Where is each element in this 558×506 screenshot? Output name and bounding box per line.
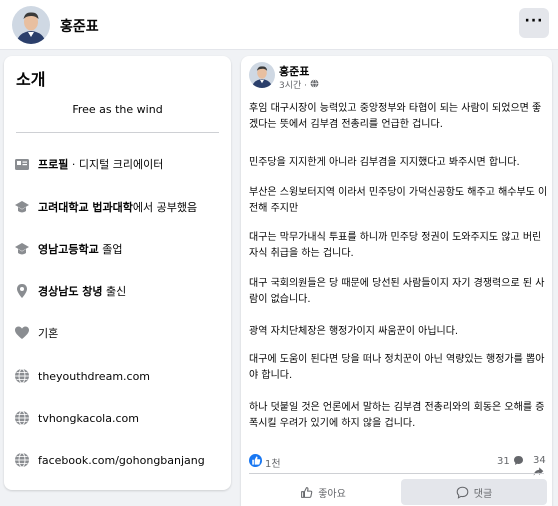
- intro-item-label: 프로필 · 디지털 크리에이터: [38, 158, 164, 171]
- post-paragraph: 후임 대구시장이 능력있고 중앙정부와 타협이 되는 사람이 되었으면 좋겠다는…: [249, 103, 542, 130]
- globe-icon: [14, 410, 30, 426]
- shares-count-text: 34: [533, 455, 546, 466]
- comments-count[interactable]: 31: [497, 455, 524, 467]
- intro-bio: Free as the wind: [72, 103, 163, 116]
- comment-button[interactable]: 댓글: [401, 479, 547, 505]
- intro-divider: [16, 132, 219, 133]
- post-paragraph: 부산은 스윙보터지역 이라서 민주당이 가덕신공항도 해주고 해수부도 이전해 …: [249, 187, 548, 214]
- heart-icon: [14, 325, 30, 341]
- profile-card-icon: [14, 156, 30, 172]
- graduation-cap-icon: [14, 241, 30, 257]
- thumbs-up-icon: [301, 486, 313, 498]
- intro-item-hometown: 경상남도 창녕 출신: [14, 281, 226, 301]
- comment-bubble-icon: [513, 456, 523, 465]
- post-card: 홍준표 3시간 · 후임 대구시장이 능력있고 중앙정부와 타협이 되는 사람이…: [241, 56, 552, 506]
- intro-item-relationship: 기혼: [14, 323, 226, 343]
- globe-icon: [310, 78, 319, 91]
- intro-item-website-3: facebook.com/gohongbanjang: [14, 450, 226, 470]
- post-author-avatar[interactable]: [249, 62, 275, 88]
- intro-card: 소개 Free as the wind 프로필 · 디지털 크리에이터 고려대학…: [4, 56, 231, 490]
- more-options-button[interactable]: ···: [519, 8, 549, 38]
- post-paragraph: 대구는 막무가내식 투표를 하니까 민주당 정권이 도와주지도 않고 버린 자식…: [249, 232, 542, 259]
- intro-item-profile: 프로필 · 디지털 크리에이터: [14, 154, 226, 174]
- intro-item-website-1: theyouthdream.com: [14, 366, 226, 386]
- comment-icon: [456, 486, 469, 499]
- profile-top-bar: 홍준표 ···: [0, 0, 558, 50]
- comments-count-text: 31: [497, 456, 510, 467]
- post-paragraph: 대구에 도움이 된다면 당을 떠나 정치꾼이 아닌 역량있는 행정가를 뽑아야 …: [249, 354, 545, 381]
- intro-item-label: 기혼: [38, 327, 59, 340]
- shares-count[interactable]: 34: [533, 455, 549, 478]
- intro-item-label[interactable]: 경상남도 창녕 출신: [38, 283, 126, 299]
- intro-item-label[interactable]: 영남고등학교 졸업: [38, 241, 122, 257]
- post-reactions-bar: 1천 31 34: [249, 454, 549, 476]
- like-reaction-icon: [249, 454, 262, 467]
- reactions-count[interactable]: 1천: [265, 455, 281, 470]
- post-author-name[interactable]: 홍준표: [279, 63, 309, 79]
- like-button-label: 좋아요: [318, 488, 346, 500]
- post-time-text[interactable]: 3시간 ·: [279, 78, 307, 91]
- intro-item-university: 고려대학교 법과대학에서 공부했음: [14, 197, 226, 217]
- profile-name[interactable]: 홍준표: [60, 16, 99, 36]
- post-timestamp: 3시간 ·: [279, 78, 319, 91]
- website-link[interactable]: theyouthdream.com: [38, 370, 150, 383]
- comment-button-label: 댓글: [473, 488, 493, 500]
- post-actions-divider: [249, 473, 544, 474]
- post-paragraph: 광역 자치단체장은 행정가이지 싸움꾼이 아닙니다.: [249, 326, 459, 337]
- intro-item-highschool: 영남고등학교 졸업: [14, 239, 226, 259]
- post-paragraph: 하나 덧붙일 것은 언론에서 말하는 김부겸 전총리와의 회동은 오해를 증폭시…: [249, 402, 545, 429]
- like-button[interactable]: 좋아요: [249, 479, 397, 505]
- share-arrow-icon: [533, 467, 544, 476]
- profile-avatar[interactable]: [12, 6, 50, 44]
- globe-icon: [14, 368, 30, 384]
- globe-icon: [14, 452, 30, 468]
- website-link[interactable]: tvhongkacola.com: [38, 412, 139, 425]
- location-pin-icon: [14, 283, 30, 299]
- post-paragraph: 대구 국회의원들은 당 때문에 당선된 사람들이지 자기 경쟁력으로 된 사람이…: [249, 278, 545, 305]
- website-link[interactable]: facebook.com/gohongbanjang: [38, 454, 205, 467]
- graduation-cap-icon: [14, 199, 30, 215]
- intro-item-website-2: tvhongkacola.com: [14, 408, 226, 428]
- intro-title: 소개: [16, 70, 46, 89]
- post-actions-bar: 좋아요 댓글: [241, 477, 552, 506]
- intro-item-label[interactable]: 고려대학교 법과대학에서 공부했음: [38, 199, 197, 215]
- post-paragraph: 민주당을 지지한게 아니라 김부겸을 지지했다고 봐주시면 합니다.: [249, 157, 520, 168]
